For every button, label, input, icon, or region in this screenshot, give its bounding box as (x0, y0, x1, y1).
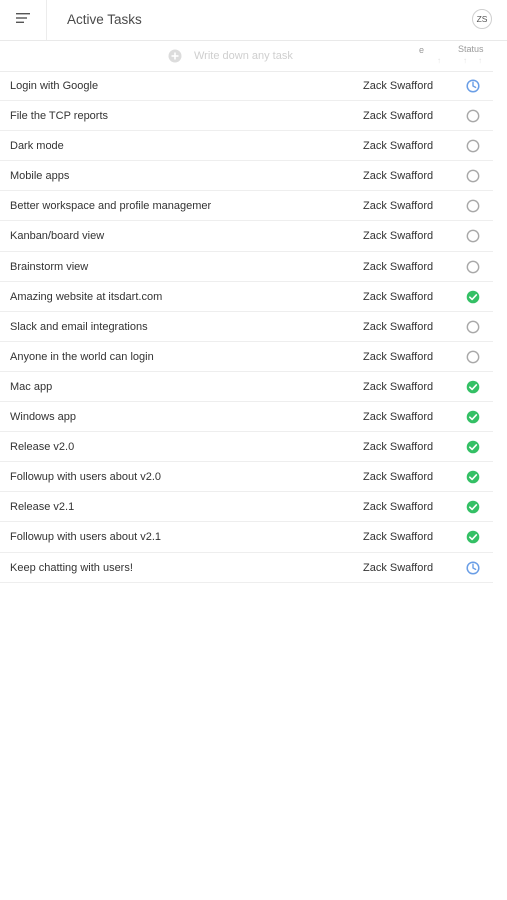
task-row[interactable]: Windows app Zack Swafford (0, 402, 493, 433)
task-row[interactable]: File the TCP reports Zack Swafford (0, 101, 493, 132)
task-assignee[interactable]: Zack Swafford (363, 291, 433, 303)
check-circle-icon[interactable] (466, 290, 480, 304)
plus-circle-icon[interactable] (168, 49, 182, 68)
task-assignee[interactable]: Zack Swafford (363, 501, 433, 513)
task-title[interactable]: Release v2.1 (10, 501, 74, 513)
task-row[interactable]: Dark mode Zack Swafford (0, 131, 493, 162)
task-assignee[interactable]: Zack Swafford (363, 381, 433, 393)
task-assignee[interactable]: Zack Swafford (363, 411, 433, 423)
task-assignee[interactable]: Zack Swafford (363, 110, 433, 122)
task-row[interactable]: Followup with users about v2.0 Zack Swaff… (0, 462, 493, 493)
new-task-bar: e ↑ Status ↑ ↑ (0, 41, 493, 72)
check-circle-icon[interactable] (466, 500, 480, 514)
check-circle-icon[interactable] (466, 470, 480, 484)
task-assignee[interactable]: Zack Swafford (363, 261, 433, 273)
task-row[interactable]: Brainstorm view Zack Swafford (0, 252, 493, 282)
menu-button[interactable] (0, 0, 47, 40)
task-row[interactable]: Amazing website at itsdart.com Zack Swaff… (0, 282, 493, 312)
app: Active Tasks ZS e ↑ Status ↑ ↑ Login wit… (0, 0, 507, 900)
page-title: Active Tasks (67, 12, 142, 27)
check-circle-icon[interactable] (466, 530, 480, 544)
clock-circle-icon[interactable] (466, 79, 480, 93)
task-assignee[interactable]: Zack Swafford (363, 351, 433, 363)
empty-circle-icon[interactable] (466, 139, 480, 153)
top-bar: Active Tasks ZS (0, 0, 507, 41)
task-row[interactable]: Mobile apps Zack Swafford (0, 161, 493, 192)
task-assignee[interactable]: Zack Swafford (363, 170, 433, 182)
task-title[interactable]: Release v2.0 (10, 441, 74, 453)
task-assignee[interactable]: Zack Swafford (363, 531, 433, 543)
task-row[interactable]: Followup with users about v2.1 Zack Swaff… (0, 522, 493, 553)
task-row[interactable]: Kanban/board view Zack Swafford (0, 221, 493, 252)
task-title[interactable]: Keep chatting with users! (10, 562, 133, 574)
task-title[interactable]: Mac app (10, 381, 52, 393)
task-title[interactable]: Windows app (10, 411, 76, 423)
task-row[interactable]: Keep chatting with users! Zack Swafford (0, 553, 493, 583)
sort-arrow-icon[interactable]: ↑ (463, 56, 467, 65)
empty-circle-icon[interactable] (466, 199, 480, 213)
task-assignee[interactable]: Zack Swafford (363, 230, 433, 242)
sort-arrow-icon[interactable]: ↑ (437, 56, 441, 65)
task-title[interactable]: File the TCP reports (10, 110, 108, 122)
status-column-header[interactable]: Status (458, 44, 484, 54)
task-assignee[interactable]: Zack Swafford (363, 471, 433, 483)
task-row[interactable]: Release v2.1 Zack Swafford (0, 492, 493, 523)
check-circle-icon[interactable] (466, 380, 480, 394)
task-title[interactable]: Kanban/board view (10, 230, 104, 242)
new-task-input[interactable] (190, 47, 398, 65)
empty-circle-icon[interactable] (466, 229, 480, 243)
hamburger-icon (15, 11, 31, 29)
empty-circle-icon[interactable] (466, 169, 480, 183)
clock-circle-icon[interactable] (466, 560, 480, 575)
task-title[interactable]: Amazing website at itsdart.com (10, 291, 162, 303)
task-title[interactable]: Login with Google (10, 80, 98, 92)
task-row[interactable]: Better workspace and profile managemer Za… (0, 191, 493, 222)
task-title[interactable]: Anyone in the world can login (10, 351, 154, 363)
avatar[interactable]: ZS (472, 9, 492, 29)
task-row[interactable]: Mac app Zack Swafford (0, 372, 493, 403)
task-assignee[interactable]: Zack Swafford (363, 562, 433, 574)
task-row[interactable]: Login with Google Zack Swafford (0, 71, 493, 102)
empty-circle-icon[interactable] (466, 350, 480, 364)
task-row[interactable]: Anyone in the world can login Zack Swaffo… (0, 342, 493, 372)
task-title[interactable]: Followup with users about v2.0 (10, 471, 161, 483)
task-row[interactable]: Release v2.0 Zack Swafford (0, 432, 493, 463)
assignee-column-header[interactable]: e (419, 45, 424, 55)
task-assignee[interactable]: Zack Swafford (363, 80, 433, 92)
task-assignee[interactable]: Zack Swafford (363, 441, 433, 453)
check-circle-icon[interactable] (466, 410, 480, 424)
task-title[interactable]: Mobile apps (10, 170, 69, 182)
empty-circle-icon[interactable] (466, 320, 480, 334)
task-title[interactable]: Better workspace and profile managemer (10, 200, 211, 212)
empty-circle-icon[interactable] (466, 109, 480, 123)
task-title[interactable]: Dark mode (10, 140, 64, 152)
task-list: Login with Google Zack Swafford File the T… (0, 71, 493, 583)
task-row[interactable]: Slack and email integrations Zack Swaffor… (0, 312, 493, 342)
sort-arrow-icon[interactable]: ↑ (478, 56, 482, 65)
check-circle-icon[interactable] (466, 440, 480, 454)
empty-circle-icon[interactable] (466, 260, 480, 274)
task-assignee[interactable]: Zack Swafford (363, 200, 433, 212)
task-title[interactable]: Slack and email integrations (10, 321, 148, 333)
task-title[interactable]: Brainstorm view (10, 261, 88, 273)
task-assignee[interactable]: Zack Swafford (363, 140, 433, 152)
task-assignee[interactable]: Zack Swafford (363, 321, 433, 333)
task-title[interactable]: Followup with users about v2.1 (10, 531, 161, 543)
